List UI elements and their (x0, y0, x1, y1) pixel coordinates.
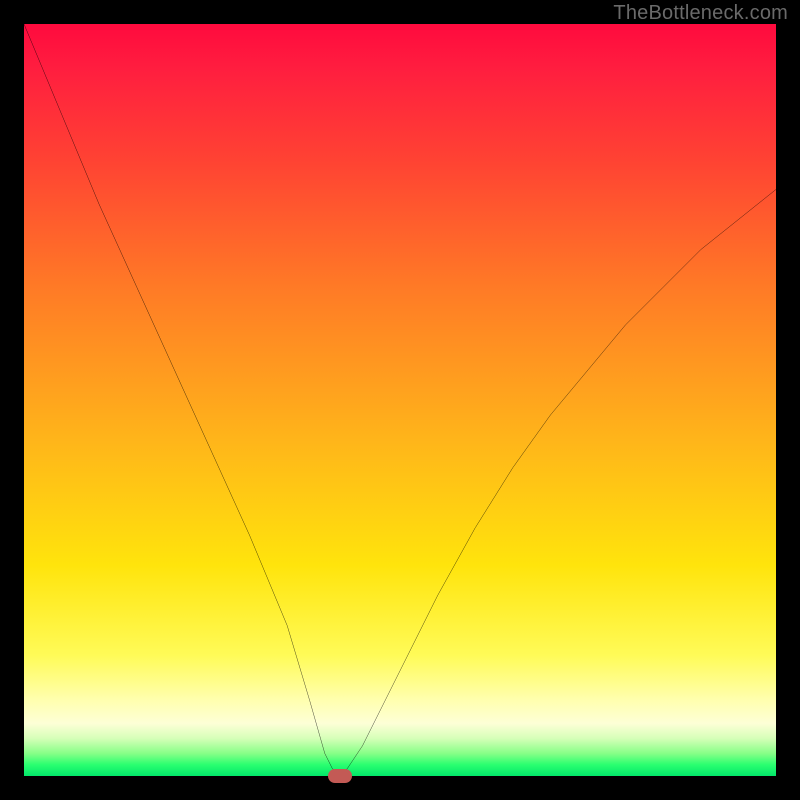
watermark-text: TheBottleneck.com (613, 2, 788, 25)
plot-area (24, 24, 776, 776)
curve-path (24, 24, 776, 776)
chart-frame: TheBottleneck.com (0, 0, 800, 800)
optimum-marker (328, 769, 352, 783)
bottleneck-curve (24, 24, 776, 776)
